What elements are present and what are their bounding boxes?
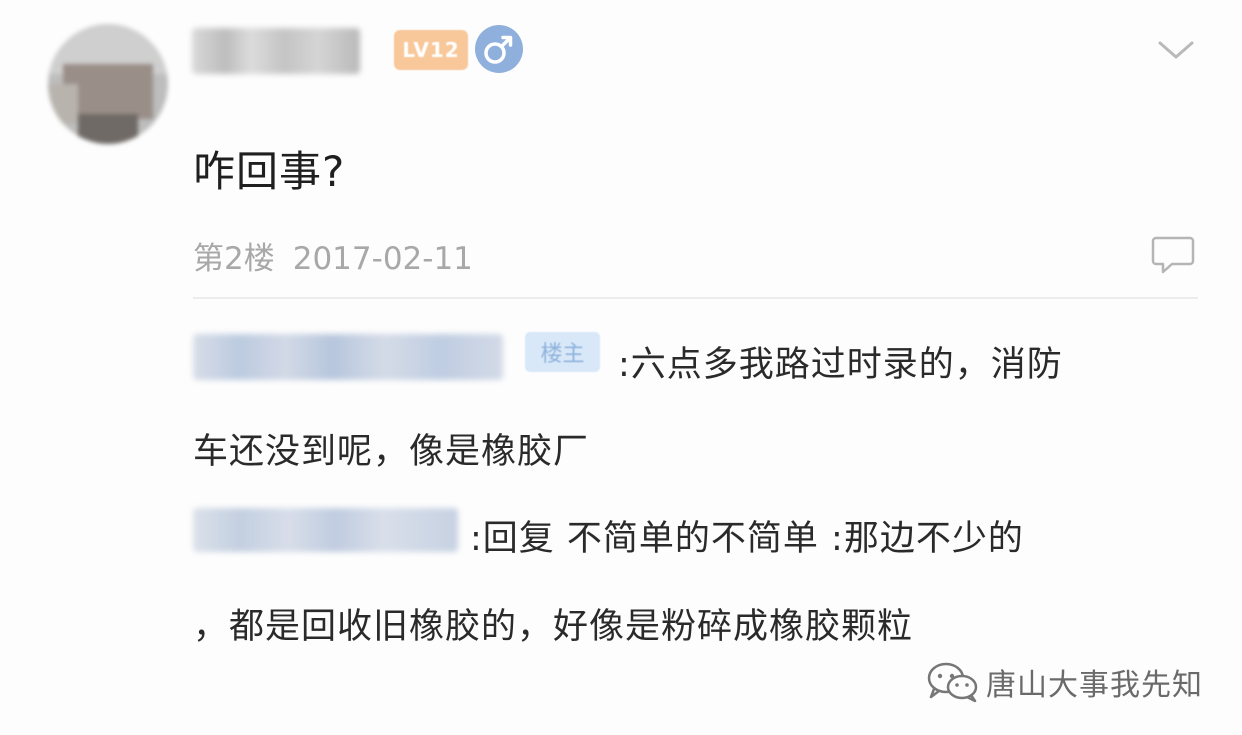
male-symbol-icon bbox=[475, 25, 523, 73]
reply-author-blurred[interactable] bbox=[193, 508, 458, 552]
thread-owner-badge: 楼主 bbox=[525, 332, 600, 372]
username-blurred[interactable] bbox=[192, 28, 360, 74]
chevron-down-icon[interactable] bbox=[1156, 36, 1196, 64]
post-date: 2017-02-11 bbox=[292, 241, 473, 277]
comment-bubble-icon[interactable] bbox=[1150, 234, 1196, 276]
avatar[interactable] bbox=[48, 24, 168, 144]
reply-page: LV12 咋回事? 第2楼 2017-02-11 楼主 :六点多我路过时录的，消防… bbox=[0, 0, 1242, 735]
reply-text: ，都是回收旧橡胶的，好像是粉碎成橡胶颗粒 bbox=[193, 607, 914, 647]
wechat-icon bbox=[927, 662, 978, 703]
reply-text: 车还没到呢，像是橡胶厂 bbox=[193, 432, 590, 472]
reply-text: :六点多我路过时录的，消防 bbox=[618, 345, 1063, 385]
watermark: 唐山大事我先知 bbox=[924, 660, 1203, 704]
post-title: 咋回事? bbox=[193, 147, 346, 196]
divider bbox=[193, 297, 1198, 299]
level-badge: LV12 bbox=[394, 30, 468, 70]
floor-number: 第2楼 bbox=[193, 241, 275, 277]
post-meta: 第2楼 2017-02-11 bbox=[193, 233, 473, 278]
watermark-text: 唐山大事我先知 bbox=[986, 668, 1203, 703]
reply-text: :回复 不简单的不简单 :那边不少的 bbox=[470, 519, 1024, 559]
reply-author-blurred[interactable] bbox=[193, 334, 503, 380]
